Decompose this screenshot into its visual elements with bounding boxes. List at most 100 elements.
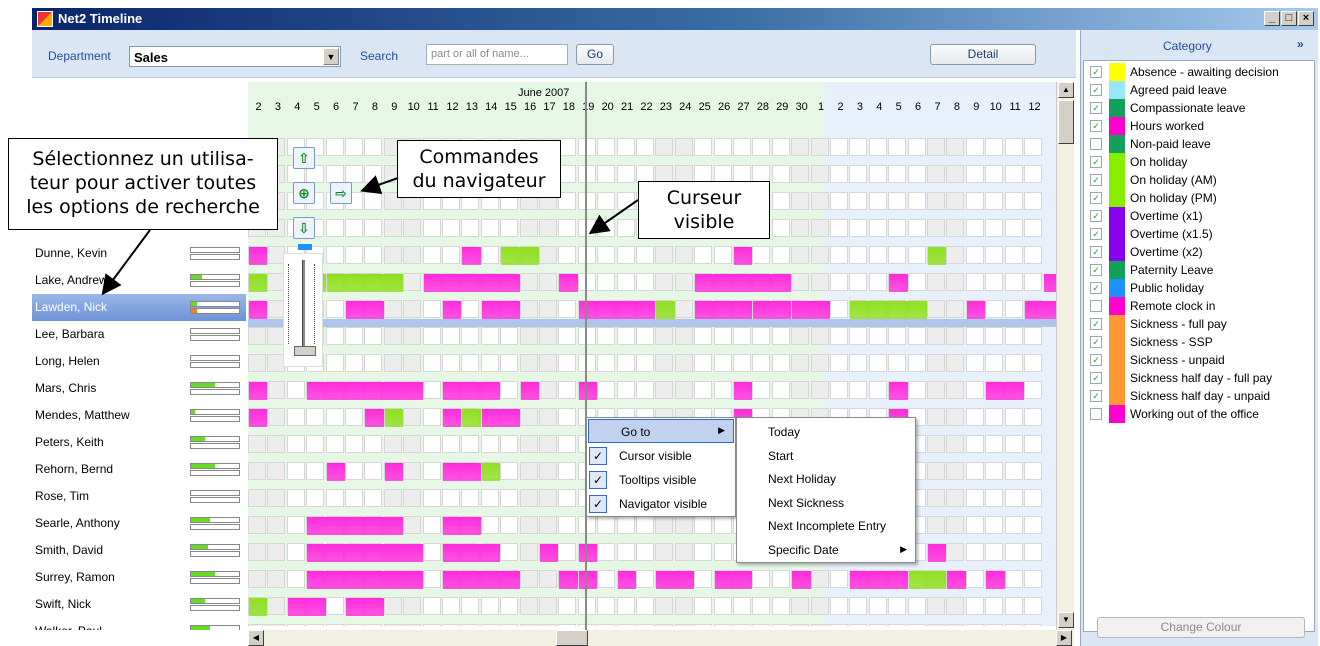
timeline-entry[interactable] — [1044, 274, 1056, 292]
grid-cell[interactable] — [558, 192, 577, 210]
grid-cell[interactable] — [1004, 219, 1023, 237]
close-button[interactable]: × — [1298, 11, 1314, 26]
grid-cell[interactable] — [539, 300, 557, 318]
grid-cell[interactable] — [364, 165, 383, 183]
category-item[interactable]: ✓ Sickness half day - unpaid — [1088, 387, 1314, 405]
grid-cell[interactable] — [364, 435, 383, 453]
timeline-entry[interactable] — [966, 301, 986, 319]
category-item[interactable]: ✓ Hours worked — [1088, 117, 1314, 135]
grid-cell[interactable] — [946, 354, 965, 372]
grid-cell[interactable] — [1024, 165, 1042, 183]
grid-cell[interactable] — [345, 354, 363, 372]
grid-cell[interactable] — [364, 489, 383, 507]
grid-cell[interactable] — [519, 597, 538, 615]
timeline-entry[interactable] — [443, 517, 481, 535]
grid-cell[interactable] — [849, 381, 868, 399]
grid-cell[interactable] — [771, 597, 790, 615]
grid-cell[interactable] — [674, 354, 693, 372]
grid-cell[interactable] — [985, 300, 1004, 318]
grid-cell[interactable] — [1004, 516, 1023, 534]
grid-cell[interactable] — [539, 327, 557, 345]
grid-cell[interactable] — [480, 246, 499, 264]
timeline-entry[interactable] — [559, 571, 578, 589]
grid-cell[interactable] — [248, 543, 266, 561]
grid-cell[interactable] — [810, 246, 829, 264]
vertical-scrollbar[interactable]: ▲ ▼ — [1056, 82, 1074, 630]
user-row[interactable]: Lake, Andrew — [32, 267, 246, 294]
timeline-entry[interactable] — [889, 274, 908, 292]
grid-cell[interactable] — [500, 543, 519, 561]
grid-cell[interactable] — [927, 381, 945, 399]
submenu-item[interactable]: Next Sickness — [737, 491, 915, 515]
grid-cell[interactable] — [791, 246, 810, 264]
grid-cell[interactable] — [1024, 516, 1042, 534]
grid-cell[interactable] — [539, 516, 557, 534]
grid-cell[interactable] — [597, 516, 616, 534]
user-row[interactable]: Walker, Paul — [32, 618, 246, 630]
timeline-entry[interactable] — [947, 571, 966, 589]
category-checkbox[interactable]: ✓ — [1090, 102, 1102, 114]
grid-cell[interactable] — [286, 516, 305, 534]
grid-cell[interactable] — [830, 246, 848, 264]
grid-cell[interactable] — [442, 597, 460, 615]
timeline-entry[interactable] — [307, 544, 423, 562]
grid-cell[interactable] — [636, 516, 654, 534]
category-item[interactable]: ✓ Overtime (x2) — [1088, 243, 1314, 261]
timeline-entry[interactable] — [443, 571, 520, 589]
timeline-entry[interactable] — [326, 463, 345, 481]
grid-cell[interactable] — [267, 408, 286, 426]
grid-cell[interactable] — [403, 273, 422, 291]
grid-cell[interactable] — [791, 273, 810, 291]
grid-cell[interactable] — [655, 516, 674, 534]
timeline-entry[interactable] — [850, 301, 927, 319]
grid-cell[interactable] — [403, 597, 422, 615]
timeline-entry[interactable] — [462, 409, 481, 427]
grid-cell[interactable] — [325, 327, 344, 345]
grid-cell[interactable] — [985, 273, 1004, 291]
scroll-left-icon[interactable]: ◀ — [248, 630, 264, 646]
timeline-entry[interactable] — [656, 571, 695, 589]
grid-cell[interactable] — [965, 246, 984, 264]
grid-cell[interactable] — [539, 381, 557, 399]
grid-cell[interactable] — [927, 597, 945, 615]
grid-cell[interactable] — [248, 489, 266, 507]
grid-cell[interactable] — [519, 300, 538, 318]
grid-cell[interactable] — [946, 516, 965, 534]
timeline-entry[interactable] — [1025, 301, 1056, 319]
grid-cell[interactable] — [519, 354, 538, 372]
grid-cell[interactable] — [306, 408, 325, 426]
grid-cell[interactable] — [422, 246, 441, 264]
grid-cell[interactable] — [830, 273, 848, 291]
chevron-down-icon[interactable]: ▼ — [323, 48, 339, 65]
grid-cell[interactable] — [616, 543, 635, 561]
grid-cell[interactable] — [791, 327, 810, 345]
grid-cell[interactable] — [985, 543, 1004, 561]
grid-cell[interactable] — [1024, 246, 1042, 264]
timeline-entry[interactable] — [249, 247, 268, 265]
grid-cell[interactable] — [539, 219, 557, 237]
grid-cell[interactable] — [985, 354, 1004, 372]
grid-cell[interactable] — [1004, 543, 1023, 561]
grid-cell[interactable] — [480, 219, 499, 237]
timeline-entry[interactable] — [578, 544, 598, 562]
grid-cell[interactable] — [383, 246, 402, 264]
grid-cell[interactable] — [1024, 327, 1042, 345]
grid-cell[interactable] — [500, 462, 519, 480]
grid-cell[interactable] — [849, 192, 868, 210]
timeline-entry[interactable] — [578, 382, 598, 400]
grid-cell[interactable] — [248, 354, 266, 372]
grid-cell[interactable] — [694, 543, 713, 561]
timeline-entry[interactable] — [423, 274, 520, 292]
grid-cell[interactable] — [713, 543, 732, 561]
grid-cell[interactable] — [558, 246, 577, 264]
grid-cell[interactable] — [519, 543, 538, 561]
timeline-entry[interactable] — [384, 409, 404, 427]
category-checkbox[interactable]: ✓ — [1090, 264, 1102, 276]
grid-cell[interactable] — [286, 408, 305, 426]
grid-cell[interactable] — [403, 489, 422, 507]
grid-cell[interactable] — [383, 300, 402, 318]
grid-cell[interactable] — [286, 381, 305, 399]
menu-item-navigator-visible[interactable]: ✓ Navigator visible — [587, 492, 735, 516]
timeline-entry[interactable] — [928, 544, 947, 562]
grid-cell[interactable] — [965, 516, 984, 534]
